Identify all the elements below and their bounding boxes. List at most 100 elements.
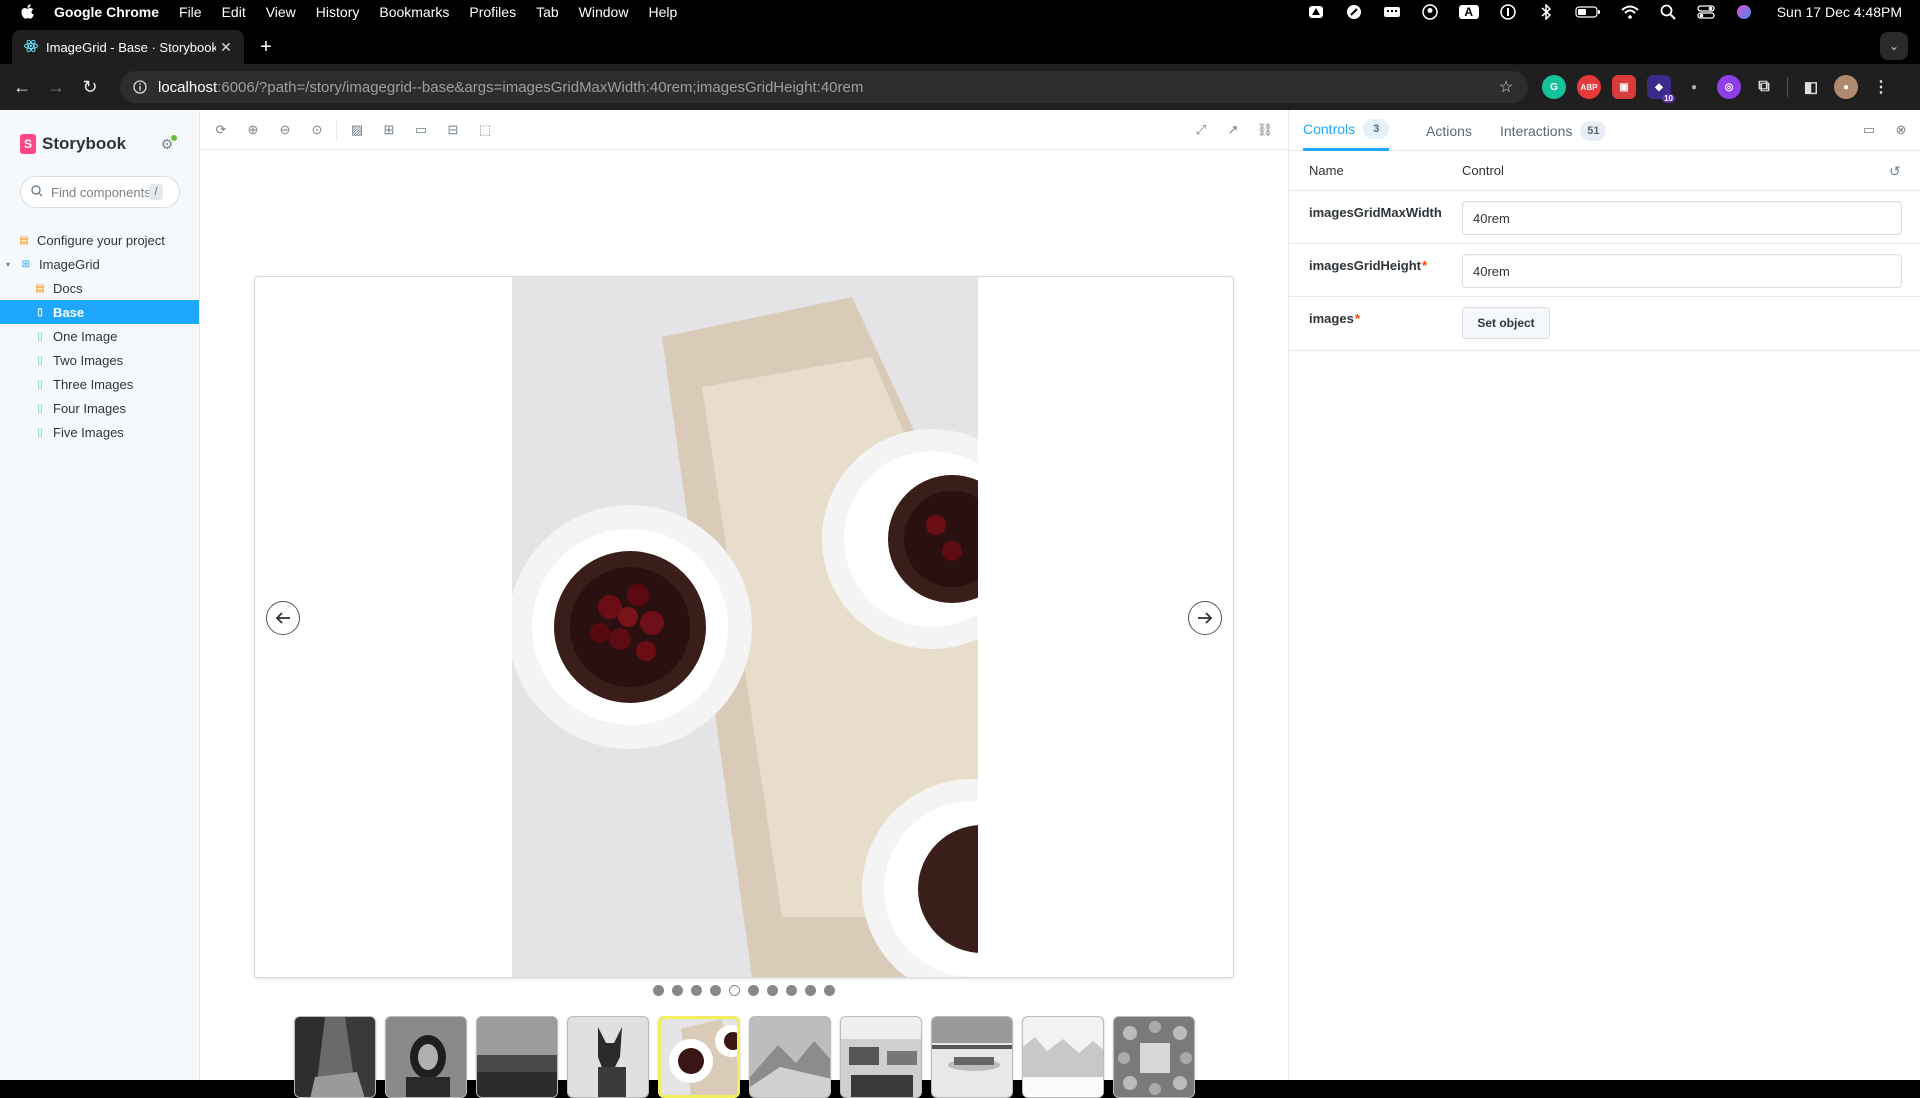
outline-icon[interactable]: ⬚ — [476, 121, 494, 139]
images-grid-max-width-input[interactable]: 40rem — [1462, 201, 1902, 235]
purple-extension-icon[interactable]: ◆ 10 — [1647, 75, 1675, 103]
apple-icon[interactable] — [18, 2, 38, 22]
browser-tab-active[interactable]: ImageGrid - Base · Storybook ✕ — [12, 30, 244, 64]
carousel-dot[interactable] — [767, 985, 778, 996]
menubar-clock[interactable]: Sun 17 Dec 4:48PM — [1777, 4, 1902, 20]
open-new-tab-icon[interactable]: ↗ — [1224, 121, 1242, 139]
fullscreen-icon[interactable]: ⤢ — [1192, 121, 1210, 139]
sidebar-item-five-images[interactable]: ▯ Five Images — [0, 420, 199, 444]
search-input[interactable] — [51, 184, 149, 200]
measure-icon[interactable]: ⊟ — [444, 121, 462, 139]
sidebar-item-docs[interactable]: ▤ Docs — [0, 276, 199, 300]
tab-controls[interactable]: Controls 3 — [1303, 110, 1390, 151]
control-center-icon[interactable] — [1697, 5, 1715, 19]
toolbox-extension-icon[interactable]: ▣ — [1612, 75, 1636, 99]
previous-image-button[interactable] — [266, 601, 300, 635]
forward-icon[interactable]: → — [42, 73, 70, 101]
bluetooth-icon[interactable] — [1537, 4, 1555, 20]
sidebar-item-imagegrid[interactable]: ▾ ⊞ ImageGrid — [0, 252, 199, 276]
reload-icon[interactable]: ↻ — [76, 73, 104, 101]
menu-file[interactable]: File — [179, 4, 202, 20]
zoom-out-icon[interactable]: ⊖ — [276, 121, 294, 139]
thumbnail-mountains[interactable] — [749, 1016, 831, 1098]
zoom-reset-icon[interactable]: ⊙ — [308, 121, 326, 139]
thumbnail-dog[interactable] — [567, 1016, 649, 1098]
siri-icon[interactable] — [1735, 5, 1753, 19]
user-circle-icon[interactable] — [1421, 4, 1439, 20]
carousel-dot[interactable] — [691, 985, 702, 996]
thumbnail-canyon[interactable] — [294, 1016, 376, 1098]
close-panel-icon[interactable]: ⊗ — [1893, 122, 1909, 138]
sidebar-item-three-images[interactable]: ▯ Three Images — [0, 372, 199, 396]
viewport-icon[interactable]: ▭ — [412, 121, 430, 139]
drive-icon[interactable] — [1307, 5, 1325, 19]
menu-history[interactable]: History — [316, 4, 360, 20]
close-tab-icon[interactable]: ✕ — [218, 39, 234, 55]
adblock-plus-extension-icon[interactable]: ABP — [1577, 75, 1601, 99]
images-grid-height-input[interactable]: 40rem — [1462, 254, 1902, 288]
carousel-dot[interactable] — [729, 985, 740, 996]
carousel-dot[interactable] — [653, 985, 664, 996]
address-bar[interactable]: localhost:6006/?path=/story/imagegrid--b… — [120, 71, 1528, 103]
site-info-icon[interactable] — [132, 79, 148, 95]
menu-profiles[interactable]: Profiles — [469, 4, 516, 20]
sidebar-item-configure[interactable]: ▤ Configure your project — [0, 228, 199, 252]
spotlight-icon[interactable] — [1659, 4, 1677, 20]
remount-icon[interactable]: ⟳ — [212, 121, 230, 139]
component-search[interactable]: / — [20, 176, 180, 208]
menu-edit[interactable]: Edit — [222, 4, 246, 20]
menu-tab[interactable]: Tab — [536, 4, 559, 20]
thumbnail-table-top[interactable] — [1113, 1016, 1195, 1098]
grid-icon[interactable]: ⊞ — [380, 121, 398, 139]
thumbnail-portrait[interactable] — [385, 1016, 467, 1098]
one-password-icon[interactable] — [1499, 4, 1517, 20]
profile-avatar[interactable]: ● — [1834, 75, 1858, 99]
sidebar-item-four-images[interactable]: ▯ Four Images — [0, 396, 199, 420]
new-tab-icon[interactable]: + — [254, 36, 278, 60]
panel-layout-icon[interactable]: ▭ — [1861, 122, 1877, 138]
next-image-button[interactable] — [1188, 601, 1222, 635]
menu-view[interactable]: View — [266, 4, 296, 20]
keyboard-brightness-icon[interactable] — [1383, 5, 1401, 19]
carousel-dot[interactable] — [824, 985, 835, 996]
sidebar-item-two-images[interactable]: ▯ Two Images — [0, 348, 199, 372]
grammarly-icon[interactable] — [1345, 5, 1363, 19]
menu-help[interactable]: Help — [648, 4, 677, 20]
menu-app-name[interactable]: Google Chrome — [54, 4, 159, 20]
tab-interactions[interactable]: Interactions 51 — [1500, 110, 1607, 151]
puzzle-extensions-icon[interactable]: ⧉ — [1752, 75, 1776, 99]
bookmark-star-icon[interactable]: ☆ — [1496, 77, 1516, 97]
carousel-dot[interactable] — [748, 985, 759, 996]
thumbnail-office[interactable] — [840, 1016, 922, 1098]
reset-controls-icon[interactable]: ↺ — [1889, 163, 1905, 179]
set-object-button[interactable]: Set object — [1462, 307, 1550, 339]
side-panel-icon[interactable]: ◧ — [1799, 75, 1823, 99]
carousel-dot[interactable] — [672, 985, 683, 996]
copy-link-icon[interactable]: ⛓ — [1256, 121, 1274, 139]
violet-extension-icon[interactable]: ◎ — [1717, 75, 1741, 99]
back-icon[interactable]: ← — [8, 73, 36, 101]
background-icon[interactable]: ▨ — [348, 121, 366, 139]
input-source-icon[interactable]: A — [1458, 5, 1479, 19]
thumbnail-field[interactable] — [476, 1016, 558, 1098]
zoom-in-icon[interactable]: ⊕ — [244, 121, 262, 139]
carousel-dot[interactable] — [786, 985, 797, 996]
battery-icon[interactable] — [1575, 5, 1601, 19]
sidebar-item-base[interactable]: ▯ Base — [0, 300, 199, 324]
pin-extension-icon[interactable]: ● — [1682, 75, 1706, 99]
thumbnail-cherry-cake[interactable] — [658, 1016, 740, 1098]
thumbnail-snowy-forest[interactable] — [1022, 1016, 1104, 1098]
menu-window[interactable]: Window — [579, 4, 629, 20]
carousel-dot[interactable] — [805, 985, 816, 996]
more-menu-icon[interactable]: ⋮ — [1869, 75, 1893, 99]
wifi-icon[interactable] — [1621, 5, 1639, 19]
carousel-dot[interactable] — [710, 985, 721, 996]
tab-actions[interactable]: Actions — [1426, 110, 1472, 151]
storybook-brand[interactable]: S Storybook — [20, 134, 126, 154]
thumbnail-car-showroom[interactable] — [931, 1016, 1013, 1098]
tab-search-chevron-icon[interactable]: ⌄ — [1880, 32, 1908, 60]
sidebar-item-one-image[interactable]: ▯ One Image — [0, 324, 199, 348]
settings-gear-icon[interactable]: ⚙ — [158, 135, 177, 154]
menu-bookmarks[interactable]: Bookmarks — [379, 4, 449, 20]
grammarly-extension-icon[interactable]: G — [1542, 75, 1566, 99]
